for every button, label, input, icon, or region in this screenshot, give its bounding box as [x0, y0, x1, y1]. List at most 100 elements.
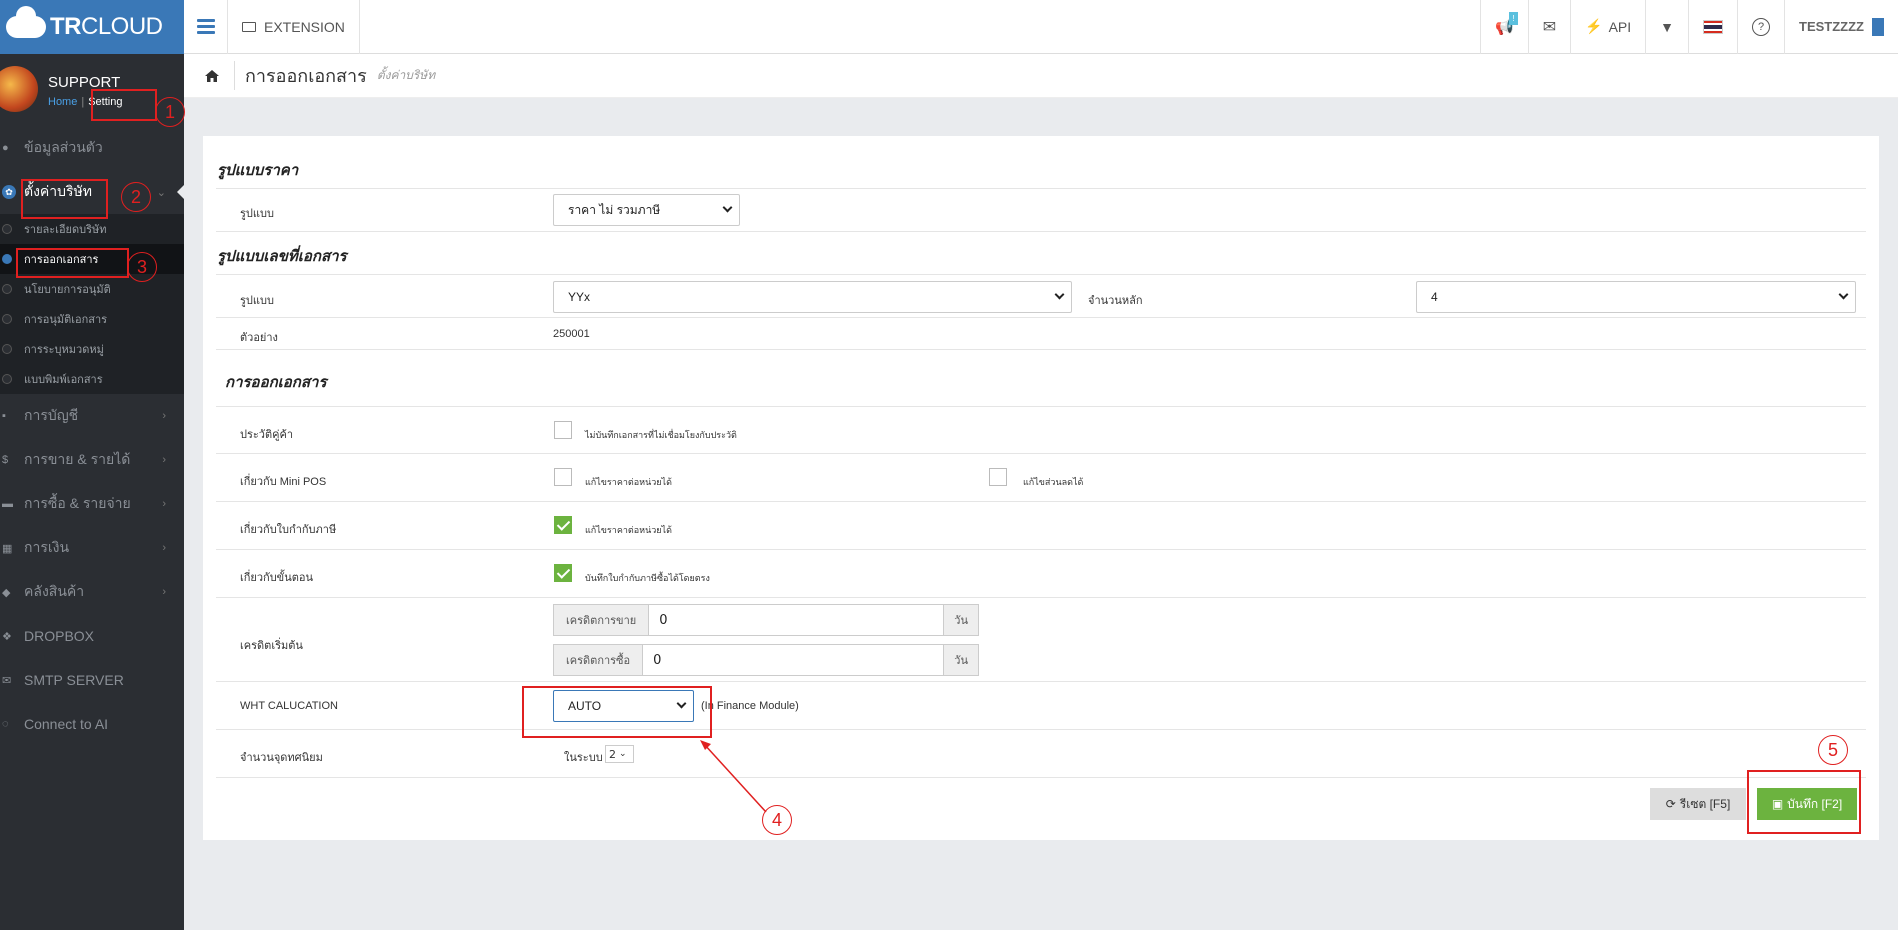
sale-credit-label: เครดิตการขาย — [554, 605, 650, 635]
sidebar: TRCLOUD SUPPORT Home | Setting ● ข้อมูลส่ว… — [0, 0, 184, 930]
language-button[interactable] — [1688, 0, 1737, 54]
mini-pos-price-label: แก้ไขราคาต่อหน่วยได้ — [585, 477, 672, 487]
row-tax-invoice: เกี่ยวกับใบกำกับภาษี แก้ไขราคาต่อหน่วยได… — [216, 502, 1866, 550]
sidebar-item-label: ข้อมูลส่วนตัว — [24, 139, 103, 155]
sidebar-item-accounting[interactable]: ▪ การบัญชี › — [0, 394, 184, 438]
company-settings-submenu: รายละเอียดบริษัท การออกเอกสาร นโยบายการอ… — [0, 214, 184, 394]
partner-history-checkbox-label: ไม่บันทึกเอกสารที่ไม่เชื่อมโยงกับประวัติ — [585, 430, 737, 440]
workflow-checkbox[interactable] — [554, 564, 572, 582]
logo[interactable]: TRCLOUD — [0, 0, 184, 54]
chat-icon: ◌ — [2, 718, 9, 730]
docno-format-select[interactable]: YYx — [553, 281, 1072, 313]
section-title-issue: การออกเอกสาร — [225, 374, 327, 391]
digits-select[interactable]: 4 — [1416, 281, 1856, 313]
purchase-credit-label: เครดิตการซื้อ — [554, 645, 644, 675]
sidebar-item-finance[interactable]: ▦ การเงิน › — [0, 526, 184, 570]
workflow-label: เกี่ยวกับขั้นตอน — [240, 572, 313, 584]
cloud-logo-icon — [6, 6, 46, 38]
settings-panel: รูปแบบราคา รูปแบบ ราคา ไม่ รวมภาษี รูปแบ… — [203, 136, 1879, 840]
purchase-credit-input[interactable]: 0 — [643, 645, 943, 675]
logo-bold: TR — [50, 13, 82, 40]
annotation-number-4: 4 — [762, 805, 792, 835]
wht-label: WHT CALUCATION — [240, 700, 338, 712]
decimals-label: จำนวนจุดทศนิยม — [240, 752, 323, 764]
box-icon: ◆ — [2, 586, 11, 599]
page-header: การออกเอกสาร ตั้งค่าบริษัท — [184, 54, 1898, 98]
sidebar-subitem-categories[interactable]: การระบุหมวดหมู่ — [0, 334, 184, 364]
annotation-number-2: 2 — [121, 182, 151, 212]
annotation-number-3: 3 — [127, 252, 157, 282]
annotation-box-2 — [21, 179, 108, 219]
notification-badge: ! — [1509, 11, 1518, 25]
decimals-select[interactable]: 2 ⌄ — [605, 745, 634, 763]
mini-pos-discount-checkbox[interactable] — [989, 468, 1007, 486]
sidebar-subitem-print-templates[interactable]: แบบพิมพ์เอกสาร — [0, 364, 184, 394]
tax-invoice-checkbox-label: แก้ไขราคาต่อหน่วยได้ — [585, 525, 672, 535]
row-partner-history: ประวัติคู่ค้า ไม่บันทึกเอกสารที่ไม่เชื่อ… — [216, 406, 1866, 454]
dropdown-toggle[interactable]: ▼ — [1645, 0, 1688, 54]
book-icon: ▪ — [2, 410, 6, 422]
annotation-box-3 — [16, 248, 129, 278]
docno-format-label: รูปแบบ — [240, 295, 274, 307]
price-format-select[interactable]: ราคา ไม่ รวมภาษี — [553, 194, 740, 226]
chevron-down-icon — [722, 202, 733, 213]
sale-credit-input[interactable]: 0 — [649, 605, 943, 635]
sidebar-item-smtp[interactable]: ✉ SMTP SERVER — [0, 658, 184, 702]
user-name: TESTZZZZ — [1799, 19, 1864, 34]
help-button[interactable]: ? — [1737, 0, 1784, 54]
notification-button[interactable]: 📢 ! — [1480, 0, 1528, 54]
user-menu[interactable]: TESTZZZZ — [1784, 0, 1898, 54]
reset-button[interactable]: ⟳ รีเซต [F5] — [1650, 788, 1746, 820]
thai-flag-icon — [1703, 19, 1723, 34]
home-icon[interactable] — [204, 69, 220, 83]
chevron-right-icon: › — [162, 542, 166, 554]
tax-invoice-checkbox[interactable] — [554, 516, 572, 534]
chevron-down-icon — [1054, 289, 1065, 300]
sidebar-item-connect-ai[interactable]: ◌ Connect to AI — [0, 702, 184, 746]
gear-icon: ✿ — [2, 185, 16, 199]
annotation-box-1 — [91, 89, 157, 121]
active-indicator — [177, 185, 184, 199]
hamburger-menu-icon[interactable] — [184, 0, 228, 54]
wht-note: (In Finance Module) — [701, 700, 799, 712]
logo-rest: CLOUD — [81, 13, 163, 40]
sidebar-subitem-approval-policy[interactable]: นโยบายการอนุมัติ — [0, 274, 184, 304]
sidebar-item-purchases[interactable]: ▬ การซื้อ & รายจ่าย › — [0, 482, 184, 526]
mini-pos-label: เกี่ยวกับ Mini POS — [240, 476, 327, 488]
chevron-down-icon: ⌄ — [619, 749, 627, 759]
chevron-right-icon: › — [162, 586, 166, 598]
mini-pos-discount-label: แก้ไขส่วนลดได้ — [1023, 477, 1084, 487]
mini-pos-price-checkbox[interactable] — [554, 468, 572, 486]
credit-label: เครดิตเริ่มต้น — [240, 640, 303, 652]
sidebar-item-sales[interactable]: $ การขาย & รายได้ › — [0, 438, 184, 482]
example-value: 250001 — [553, 328, 590, 340]
sale-credit-unit: วัน — [943, 605, 978, 635]
link-separator: | — [81, 96, 85, 108]
digits-label: จำนวนหลัก — [1088, 295, 1143, 307]
monitor-icon — [242, 21, 256, 32]
avatar — [0, 66, 38, 112]
row-decimals: จำนวนจุดทศนิยม ในระบบ 2 ⌄ — [216, 730, 1866, 778]
building-icon — [1872, 17, 1884, 36]
envelope-icon: ✉ — [1542, 18, 1557, 36]
api-button[interactable]: ⚡ API — [1570, 0, 1645, 54]
user-icon: ● — [2, 142, 9, 154]
home-link[interactable]: Home — [48, 96, 77, 108]
partner-history-checkbox[interactable] — [554, 421, 572, 439]
sidebar-item-inventory[interactable]: ◆ คลังสินค้า › — [0, 570, 184, 614]
chevron-right-icon: › — [162, 454, 166, 466]
annotation-number-1: 1 — [155, 97, 185, 127]
mail-icon: ✉ — [2, 674, 12, 687]
annotation-box-5 — [1747, 770, 1861, 834]
extension-button[interactable]: EXTENSION — [228, 0, 360, 54]
topbar: EXTENSION 📢 ! ✉ ⚡ API ▼ ? TESTZZZZ — [184, 0, 1898, 54]
sidebar-item-dropbox[interactable]: ❖ DROPBOX — [0, 614, 184, 658]
sidebar-subitem-document-approval[interactable]: การอนุมัติเอกสาร — [0, 304, 184, 334]
purchase-credit-unit: วัน — [943, 645, 978, 675]
refresh-icon: ⟳ — [1665, 797, 1676, 811]
row-price-format: รูปแบบ ราคา ไม่ รวมภาษี — [216, 188, 1866, 232]
chevron-down-icon — [1838, 289, 1849, 300]
mail-button[interactable]: ✉ — [1527, 0, 1570, 54]
row-wht: WHT CALUCATION AUTO (In Finance Module) — [216, 682, 1866, 730]
sidebar-item-personal[interactable]: ● ข้อมูลส่วนตัว — [0, 126, 184, 170]
